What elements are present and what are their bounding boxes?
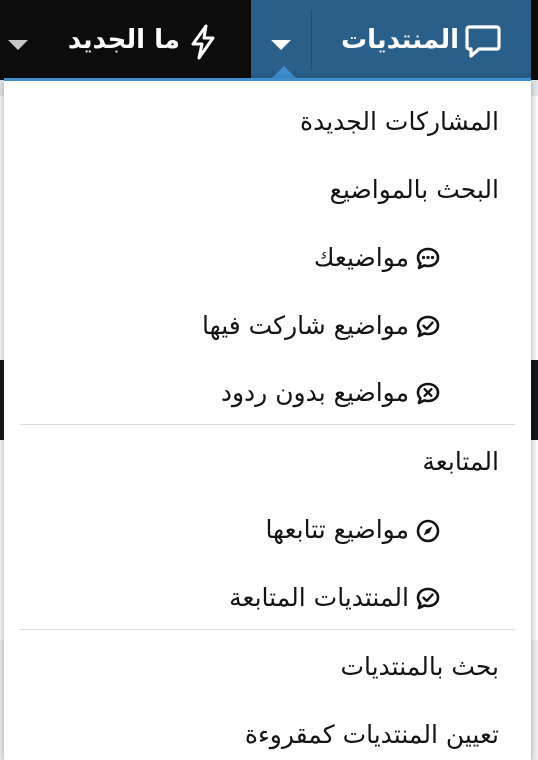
lightning-bolt-icon <box>191 24 215 60</box>
menu-item-search-forums[interactable]: بحث بالمنتديات <box>340 645 499 689</box>
comment-check-icon <box>416 315 440 338</box>
forums-dropdown-caret[interactable] <box>269 38 293 52</box>
whats-new-dropdown-caret[interactable] <box>6 38 30 52</box>
menu-item-label: المتابعة <box>422 447 499 476</box>
menu-item-label: المنتديات المتابعة <box>229 583 409 612</box>
menu-item-mark-forums-read[interactable]: تعيين المنتديات كمقروءة <box>245 713 499 757</box>
menu-item-new-posts[interactable]: المشاركات الجديدة <box>300 100 499 144</box>
menu-item-label: تعيين المنتديات كمقروءة <box>244 720 499 749</box>
comment-icon <box>465 25 501 58</box>
menu-item-unanswered-threads[interactable]: مواضيع بدون ردود <box>221 371 441 415</box>
menu-item-label: مواضيعك <box>313 243 409 272</box>
menu-item-watched[interactable]: المتابعة <box>422 440 499 484</box>
menu-separator <box>20 424 515 425</box>
comment-times-icon <box>416 382 440 405</box>
compass-icon <box>416 519 440 543</box>
menu-item-label: مواضيع بدون ردود <box>220 378 409 407</box>
tab-divider <box>311 10 312 70</box>
forums-dropdown-menu: المشاركات الجديدة البحث بالمواضيع مواضيع… <box>4 78 531 760</box>
comment-check-icon <box>416 587 440 610</box>
menu-item-watched-forums[interactable]: المنتديات المتابعة <box>229 576 441 620</box>
menu-item-label: مواضيع شاركت فيها <box>202 311 409 340</box>
menu-item-label: مواضيع تتابعها <box>265 515 409 544</box>
menu-item-your-threads[interactable]: مواضيعك <box>314 236 441 280</box>
menu-separator <box>20 629 515 630</box>
comment-dots-icon <box>416 247 440 270</box>
tab-forums-label: المنتديات <box>340 25 459 55</box>
menu-item-watched-threads[interactable]: مواضيع تتابعها <box>265 508 441 552</box>
menu-item-threads-participated[interactable]: مواضيع شاركت فيها <box>202 304 441 348</box>
menu-item-label: المشاركات الجديدة <box>299 107 499 136</box>
tab-whats-new[interactable]: ما الجديد <box>0 0 251 80</box>
menu-item-label: البحث بالمواضيع <box>329 175 499 204</box>
top-navigation-bar: المنتديات ما الجديد <box>0 0 538 80</box>
menu-item-find-threads[interactable]: البحث بالمواضيع <box>330 168 499 212</box>
menu-item-label: بحث بالمنتديات <box>340 652 499 681</box>
tab-whats-new-label: ما الجديد <box>67 25 180 55</box>
